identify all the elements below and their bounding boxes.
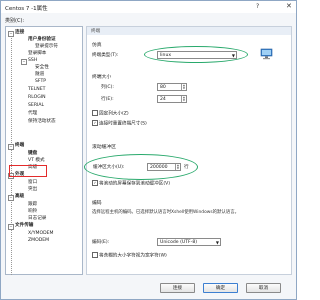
sync-size-checkbox[interactable]: ✓ 连接时重置终端尺寸(S) (92, 120, 147, 127)
cols-label: 列(C): (101, 85, 114, 90)
tree-item-advanced[interactable]: 高级 (15, 194, 24, 200)
category-tree[interactable]: − 连接 用户身份验证 登录提示符 登录脚本 − SSH 安全性 隧道 SFTP… (5, 26, 83, 275)
checkbox-empty-icon (92, 110, 98, 116)
checkbox-empty-icon (92, 252, 98, 258)
close-button[interactable]: ✕ (286, 2, 292, 10)
collapse-toggle-icon[interactable]: − (8, 224, 14, 230)
tree-item-window[interactable]: 窗口 (28, 180, 37, 186)
tree-item-telnet[interactable]: TELNET (28, 87, 45, 93)
tree-item-proxy[interactable]: 代理 (28, 111, 37, 117)
fixed-size-label: 固定列大小(Z) (99, 111, 129, 117)
tree-item-serial[interactable]: SERIAL (28, 103, 44, 109)
rows-spinner[interactable]: 24 ▲ ▼ (157, 95, 187, 103)
tree-item-security[interactable]: 安全性 (35, 65, 49, 71)
terminal-type-label: 终端类型(T): (92, 53, 119, 58)
tree-item-login-script[interactable]: 登录脚本 (28, 51, 46, 57)
terminal-highlight-box (9, 165, 47, 177)
collapse-toggle-icon[interactable]: − (8, 195, 14, 201)
tree-item-ssh[interactable]: SSH (28, 58, 37, 64)
tree-item-xymodem[interactable]: X/YMODEM (28, 231, 53, 237)
monitor-icon (260, 48, 273, 60)
scroll-buffer-section-title: 滚动缓冲区 (92, 145, 116, 150)
encoding-select[interactable]: Unicode (UTF-8) ▼ (157, 238, 221, 246)
chevron-down-icon: ▼ (215, 240, 219, 245)
cols-spinner[interactable]: 80 ▲ ▼ (157, 83, 187, 91)
rows-value: 24 (160, 97, 166, 102)
tree-item-zmodem[interactable]: ZMODEM (28, 238, 49, 244)
buffer-annotation-ring (84, 154, 198, 180)
checkbox-checked-icon: ✓ (92, 180, 98, 186)
panel-header: 终端 (87, 27, 291, 35)
tree-item-logging[interactable]: 日志记录 (28, 216, 46, 222)
title-bar: Centos 7 -1属性 ? ✕ (1, 1, 296, 13)
ambiguous-width-checkbox[interactable]: 将含糊的大小字符视为宽字符(W) (92, 252, 167, 259)
checkbox-checked-icon: ✓ (92, 120, 98, 126)
tree-guide-line (11, 35, 12, 275)
encoding-section-title: 编码 (92, 201, 102, 206)
tree-item-user-auth[interactable]: 用户身份验证 (28, 37, 56, 43)
sync-size-label: 连接时重置终端尺寸(S) (99, 121, 147, 127)
collapse-toggle-icon[interactable]: − (8, 144, 14, 150)
panel-header-title: 终端 (91, 29, 101, 34)
tree-item-connection[interactable]: 连接 (15, 30, 24, 36)
connect-button[interactable]: 连接 (160, 283, 195, 293)
terminal-size-section-title: 终端大小 (92, 75, 112, 80)
collapse-toggle-icon[interactable]: − (8, 31, 14, 37)
properties-dialog: Centos 7 -1属性 ? ✕ 类别(C): − 连接 用户身份验证 登录提… (0, 0, 297, 300)
spinner-arrows-icon[interactable]: ▲ ▼ (181, 96, 186, 102)
tree-item-rlogin[interactable]: RLOGIN (28, 95, 46, 101)
ok-button[interactable]: 确定 (203, 283, 238, 293)
tree-item-bell[interactable]: 响铃 (28, 209, 37, 215)
terminal-settings-panel: 终端 仿真 终端类型(T): linux ▼ 终端大小 列(C): 80 ▲ ▼ … (84, 26, 292, 275)
help-button[interactable]: ? (256, 3, 259, 10)
encoding-value: Unicode (UTF-8) (160, 240, 198, 245)
collapse-toggle-icon[interactable]: − (21, 59, 27, 65)
terminal-type-annotation-ring (144, 46, 248, 63)
scroll-to-bottom-checkbox[interactable]: ✓ 将滚动的屏幕保存到滚动缓冲区(V) (92, 180, 170, 187)
tree-item-trace[interactable]: 跟踪 (28, 202, 37, 208)
tree-item-file-transfer[interactable]: 文件传输 (15, 223, 33, 229)
scroll-to-bottom-label: 将滚动的屏幕保存到滚动缓冲区(V) (99, 181, 171, 187)
tree-item-tunnel[interactable]: 隧道 (35, 72, 44, 78)
fixed-size-checkbox[interactable]: 固定列大小(Z) (92, 110, 129, 117)
tree-item-sftp[interactable]: SFTP (35, 79, 46, 85)
tree-item-keyboard[interactable]: 键盘 (28, 151, 37, 157)
rows-label: 行(E): (101, 97, 114, 102)
tree-item-vt-modes[interactable]: VT 模式 (28, 158, 45, 164)
cols-value: 80 (160, 85, 166, 90)
emulation-section-title: 仿真 (92, 43, 102, 48)
encoding-description: 选择远程主机的编码。已选择默认语言时Xshell使用Windows的默认语言。 (92, 210, 239, 215)
window-title: Centos 7 -1属性 (5, 6, 48, 12)
cancel-button[interactable]: 取消 (246, 283, 281, 293)
tree-item-highlight[interactable]: 突出 (28, 187, 37, 193)
tree-item-keepalive[interactable]: 保持活动状态 (28, 119, 56, 125)
ambiguous-width-label: 将含糊的大小字符视为宽字符(W) (99, 253, 167, 259)
tree-item-login-prompt[interactable]: 登录提示符 (35, 44, 58, 50)
spinner-arrows-icon[interactable]: ▲ ▼ (181, 84, 186, 90)
tree-item-terminal[interactable]: 终端 (15, 143, 24, 149)
encoding-label: 编码(E): (92, 240, 110, 245)
category-label: 类别(C): (5, 18, 25, 24)
